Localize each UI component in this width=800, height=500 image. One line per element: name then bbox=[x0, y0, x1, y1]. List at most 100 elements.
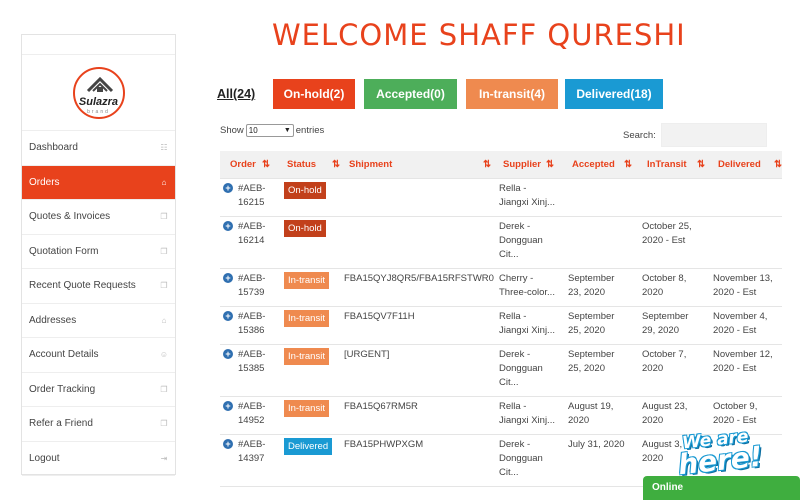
sidebar-menu: Dashboard ☷ Orders ⌂ Quotes & Invoices ❐ Quota… bbox=[22, 131, 175, 476]
intransit-date: 2020 bbox=[642, 453, 664, 464]
supplier-name: Rella - bbox=[499, 183, 527, 194]
chat-badge[interactable]: We are here! bbox=[676, 427, 768, 482]
expand-row-icon[interactable]: + bbox=[223, 401, 233, 411]
expand-row-icon[interactable]: + bbox=[223, 221, 233, 231]
status-badge: In-transit bbox=[284, 272, 329, 289]
intransit-date: October 7, bbox=[642, 349, 687, 360]
document-icon: ❐ bbox=[160, 281, 168, 291]
supplier-name: Cit... bbox=[499, 249, 519, 260]
shipment-id: FBA15QYJ8QR5/FBA15RFSTWR0 bbox=[344, 273, 494, 284]
column-header-shipment[interactable]: Shipment bbox=[349, 151, 392, 179]
sort-icon[interactable]: ⇅ bbox=[332, 151, 340, 179]
sidebar-item-quotes-invoices[interactable]: Quotes & Invoices ❐ bbox=[22, 200, 175, 235]
table-row[interactable]: + #AEB- 16215 On-hold Rella - Jiangxi Xinj... bbox=[220, 179, 782, 217]
sort-icon[interactable]: ⇅ bbox=[697, 151, 705, 179]
sidebar-item-orders[interactable]: Orders ⌂ bbox=[22, 165, 175, 200]
order-id: #AEB- bbox=[238, 183, 266, 194]
sort-icon[interactable]: ⇅ bbox=[262, 151, 270, 179]
sort-icon[interactable]: ⇅ bbox=[483, 151, 491, 179]
status-badge: On-hold bbox=[284, 220, 326, 237]
expand-row-icon[interactable]: + bbox=[223, 273, 233, 283]
supplier-name: Derek - bbox=[499, 439, 531, 450]
sidebar-item-account-details[interactable]: Account Details ☺ bbox=[22, 338, 175, 373]
intransit-date: 2020 bbox=[642, 287, 664, 298]
sidebar-item-order-tracking[interactable]: Order Tracking ❐ bbox=[22, 373, 175, 407]
logo-area[interactable]: Sulazra brand bbox=[22, 55, 175, 131]
chat-widget-bar[interactable]: Online bbox=[643, 476, 800, 500]
search-label: Search: bbox=[623, 129, 656, 141]
brand-logo[interactable]: Sulazra brand bbox=[72, 66, 125, 119]
tab-onhold[interactable]: On-hold(2) bbox=[273, 79, 355, 109]
column-header-accepted[interactable]: Accepted bbox=[572, 151, 615, 179]
delivered-date: November 12, bbox=[713, 349, 773, 360]
column-header-status[interactable]: Status bbox=[287, 151, 316, 179]
table-row[interactable]: + #AEB- 15739 In-transit FBA15QYJ8QR5/FBA15R… bbox=[220, 269, 782, 307]
supplier-name: Jiangxi Xinj... bbox=[499, 415, 555, 426]
expand-row-icon[interactable]: + bbox=[223, 183, 233, 193]
table-row[interactable]: + #AEB- 16214 On-hold Derek - Dongguan Cit... O… bbox=[220, 217, 782, 269]
status-badge: Delivered bbox=[284, 438, 333, 455]
order-id: #AEB- bbox=[238, 221, 266, 232]
tab-all[interactable]: All(24) bbox=[217, 79, 262, 109]
sort-icon[interactable]: ⇅ bbox=[546, 151, 554, 179]
sidebar-item-dashboard[interactable]: Dashboard ☷ bbox=[22, 131, 175, 166]
table-row[interactable]: + #AEB- 15385 In-transit [URGENT] Derek - Dong… bbox=[220, 345, 782, 397]
entries-select-value: 10 bbox=[248, 126, 258, 135]
shipment-id: [URGENT] bbox=[344, 349, 390, 360]
document-icon: ❐ bbox=[160, 212, 168, 222]
entries-select[interactable]: 10 ▼ bbox=[245, 124, 294, 137]
status-badge: On-hold bbox=[284, 182, 326, 199]
intransit-date: 2020 bbox=[642, 415, 664, 426]
table-row[interactable]: + #AEB- 15386 In-transit FBA15QV7F11H Rella -… bbox=[220, 307, 782, 345]
sidebar-item-quotation-form[interactable]: Quotation Form ❐ bbox=[22, 235, 175, 269]
tab-transit[interactable]: In-transit(4) bbox=[466, 79, 558, 109]
delivered-date: October 9, bbox=[713, 401, 758, 412]
column-header-order[interactable]: Order bbox=[230, 151, 256, 179]
supplier-name: Dongguan bbox=[499, 453, 543, 464]
sort-icon[interactable]: ⇅ bbox=[624, 151, 632, 179]
column-header-supplier[interactable]: Supplier bbox=[503, 151, 541, 179]
sort-icon[interactable]: ⇅ bbox=[774, 151, 782, 179]
sidebar-item-label: Account Details bbox=[29, 349, 99, 361]
order-id: 15385 bbox=[238, 363, 265, 374]
sidebar-item-refer-a-friend[interactable]: Refer a Friend ❐ bbox=[22, 407, 175, 442]
intransit-date: 2020 - Est bbox=[642, 235, 686, 246]
intransit-date: 2020 bbox=[642, 363, 664, 374]
tab-accepted[interactable]: Accepted(0) bbox=[364, 79, 457, 109]
delivered-date: 2020 - Est bbox=[713, 287, 757, 298]
sidebar-top-spacer bbox=[22, 35, 175, 55]
accepted-date: September bbox=[568, 311, 615, 322]
sidebar-item-label: Recent Quote Requests bbox=[29, 280, 136, 292]
status-badge: In-transit bbox=[284, 310, 329, 327]
order-id: 16215 bbox=[238, 197, 265, 208]
delivered-date: November 4, bbox=[713, 311, 768, 322]
supplier-name: Rella - bbox=[499, 401, 527, 412]
sidebar-item-label: Order Tracking bbox=[29, 383, 96, 395]
accepted-date: 2020 bbox=[568, 415, 590, 426]
tab-delivered[interactable]: Delivered(18) bbox=[565, 79, 663, 109]
accepted-date: 25, 2020 bbox=[568, 325, 605, 336]
expand-row-icon[interactable]: + bbox=[223, 439, 233, 449]
intransit-date: October 25, bbox=[642, 221, 692, 232]
intransit-date: September bbox=[642, 311, 689, 322]
accepted-date: September bbox=[568, 349, 615, 360]
expand-row-icon[interactable]: + bbox=[223, 311, 233, 321]
order-id: 14397 bbox=[238, 453, 265, 464]
supplier-name: Rella - bbox=[499, 311, 527, 322]
column-header-delivered[interactable]: Delivered bbox=[718, 151, 761, 179]
sidebar-item-label: Refer a Friend bbox=[29, 418, 93, 430]
sidebar-item-logout[interactable]: Logout ⇥ bbox=[22, 442, 175, 476]
sidebar-item-addresses[interactable]: Addresses ⌂ bbox=[22, 304, 175, 338]
page-title: WELCOME SHAFF QURESHI bbox=[272, 18, 686, 52]
column-header-intransit[interactable]: InTransit bbox=[647, 151, 687, 179]
search-input[interactable] bbox=[660, 123, 767, 147]
entries-label: entries bbox=[295, 125, 325, 136]
accepted-date: 23, 2020 bbox=[568, 287, 605, 298]
supplier-name: Derek - bbox=[499, 221, 531, 232]
expand-row-icon[interactable]: + bbox=[223, 349, 233, 359]
supplier-name: Jiangxi Xinj... bbox=[499, 197, 555, 208]
supplier-name: Cherry - bbox=[499, 273, 534, 284]
delivered-date: 2020 - Est bbox=[713, 363, 757, 374]
sidebar-item-recent-quote-requests[interactable]: Recent Quote Requests ❐ bbox=[22, 269, 175, 304]
table-header: Order ⇅ Status ⇅ Shipment ⇅ Supplier ⇅ Accepted ⇅… bbox=[220, 151, 782, 179]
